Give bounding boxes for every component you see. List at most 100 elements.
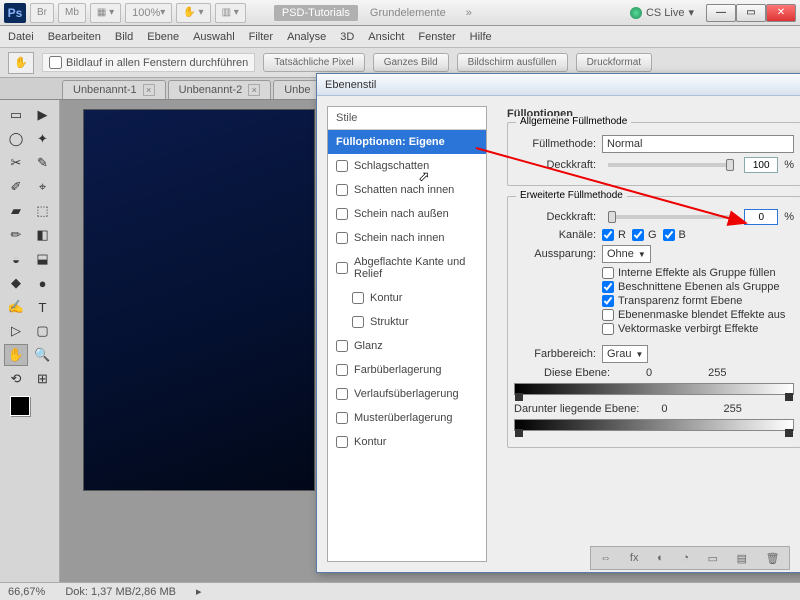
style-item[interactable]: Kontur [328,430,486,454]
adv-option[interactable]: Interne Effekte als Gruppe füllen [602,267,794,279]
menu-analyse[interactable]: Analyse [287,31,326,43]
tool-0[interactable]: ▭ [4,104,28,126]
tool-1[interactable]: ▶ [31,104,55,126]
close-icon[interactable]: × [248,84,260,96]
style-item[interactable]: Musterüberlagerung [328,406,486,430]
minimize-button[interactable]: ― [706,4,736,22]
tool-4[interactable]: ✂ [4,152,28,174]
menu-bild[interactable]: Bild [115,31,133,43]
style-item[interactable]: Fülloptionen: Eigene [328,130,486,154]
workspace-essentials[interactable]: Grundelemente [362,5,454,21]
tool-6[interactable]: ✐ [4,176,28,198]
style-item[interactable]: Glanz [328,334,486,358]
tool-14[interactable]: ◆ [4,272,28,294]
hand-quick[interactable]: ✋ ▾ [176,3,210,23]
minibridge-button[interactable]: Mb [58,3,86,23]
menu-filter[interactable]: Filter [249,31,273,43]
style-item[interactable]: Kontur [328,286,486,310]
tool-15[interactable]: ● [31,272,55,294]
knockout-select[interactable]: Ohne▼ [602,245,651,263]
menu-3d[interactable]: 3D [340,31,354,43]
tool-11[interactable]: ◧ [31,224,55,246]
panel-footer-icon[interactable]: ◔ [682,552,689,564]
under-layer-gradient[interactable] [514,419,794,431]
color-swatches[interactable] [4,396,55,430]
menu-datei[interactable]: Datei [8,31,34,43]
blendif-select[interactable]: Grau▼ [602,345,648,363]
dialog-title[interactable]: Ebenenstil [317,74,800,96]
panel-footer-icon[interactable]: 🗑 [766,552,780,565]
panel-footer-icon[interactable]: fx [630,552,639,564]
adv-option[interactable]: Vektormaske verbirgt Effekte [602,323,794,335]
tool-20[interactable]: ✋ [4,344,28,366]
doc-tab-2[interactable]: Unbenannt-2× [168,80,272,99]
tool-7[interactable]: ⌖ [31,176,55,198]
fit-image-button[interactable]: Ganzes Bild [373,53,449,72]
opacity-slider[interactable] [608,163,732,167]
doc-tab-3[interactable]: Unbe [273,80,321,99]
style-item[interactable]: Abgeflachte Kante und Relief [328,250,486,286]
tool-10[interactable]: ✏ [4,224,28,246]
menu-fenster[interactable]: Fenster [418,31,455,43]
adv-option[interactable]: Ebenenmaske blendet Effekte aus [602,309,794,321]
channel-b[interactable]: B [663,229,686,241]
opacity-input[interactable] [744,157,778,173]
style-item[interactable]: Schein nach innen [328,226,486,250]
panel-footer-icon[interactable]: ▤ [737,552,747,565]
this-layer-gradient[interactable] [514,383,794,395]
fill-screen-button[interactable]: Bildschirm ausfüllen [457,53,568,72]
adv-option[interactable]: Transparenz formt Ebene [602,295,794,307]
status-zoom[interactable]: 66,67% [8,586,45,598]
maximize-button[interactable]: ▭ [736,4,766,22]
channel-r[interactable]: R [602,229,626,241]
adv-option[interactable]: Beschnittene Ebenen als Gruppe [602,281,794,293]
menu-bearbeiten[interactable]: Bearbeiten [48,31,101,43]
workspace-tutorials[interactable]: PSD-Tutorials [274,5,358,21]
panel-footer-icon[interactable]: ⇔ [600,552,611,564]
tool-19[interactable]: ▢ [31,320,55,342]
tool-18[interactable]: ▷ [4,320,28,342]
style-item[interactable]: Verlaufsüberlagerung [328,382,486,406]
style-item[interactable]: Schlagschatten [328,154,486,178]
cs-live[interactable]: CS Live ▾ [630,6,694,19]
close-button[interactable]: ✕ [766,4,796,22]
panel-footer-icon[interactable]: ◐ [657,552,664,564]
tool-17[interactable]: T [31,296,55,318]
tool-16[interactable]: ✍ [4,296,28,318]
style-item[interactable]: Struktur [328,310,486,334]
tool-3[interactable]: ✦ [31,128,55,150]
close-icon[interactable]: × [143,84,155,96]
style-item[interactable]: Schein nach außen [328,202,486,226]
tool-8[interactable]: ▰ [4,200,28,222]
channel-g[interactable]: G [632,229,657,241]
menu-hilfe[interactable]: Hilfe [470,31,492,43]
scroll-all-checkbox[interactable]: Bildlauf in allen Fenstern durchführen [42,53,255,72]
menu-auswahl[interactable]: Auswahl [193,31,235,43]
tool-2[interactable]: ◯ [4,128,28,150]
doc-tab-1[interactable]: Unbenannt-1× [62,80,166,99]
tool-23[interactable]: ⊞ [31,368,55,390]
blend-mode-select[interactable]: Normal [602,135,794,153]
tool-9[interactable]: ⬚ [31,200,55,222]
actual-pixels-button[interactable]: Tatsächliche Pixel [263,53,364,72]
tool-5[interactable]: ✎ [31,152,55,174]
foreground-swatch[interactable] [10,396,30,416]
style-item[interactable]: Farbüberlagerung [328,358,486,382]
style-item[interactable]: Schatten nach innen [328,178,486,202]
fill-opacity-input[interactable] [744,209,778,225]
current-tool-icon[interactable]: ✋ [8,52,34,74]
viewmode-button[interactable]: ▦ ▾ [90,3,121,23]
tool-13[interactable]: ⬓ [31,248,55,270]
arrange-quick[interactable]: ▥ ▾ [215,3,246,23]
menu-ebene[interactable]: Ebene [147,31,179,43]
fill-opacity-slider[interactable] [608,215,732,219]
tool-12[interactable]: ◒ [4,248,28,270]
print-size-button[interactable]: Druckformat [576,53,652,72]
bridge-button[interactable]: Br [30,3,54,23]
panel-footer-icon[interactable]: ▭ [708,552,718,565]
menu-ansicht[interactable]: Ansicht [368,31,404,43]
zoom-level[interactable]: 100% ▾ [125,3,172,23]
workspace-more[interactable]: » [458,5,480,21]
tool-21[interactable]: 🔍 [31,344,55,366]
tool-22[interactable]: ⟲ [4,368,28,390]
